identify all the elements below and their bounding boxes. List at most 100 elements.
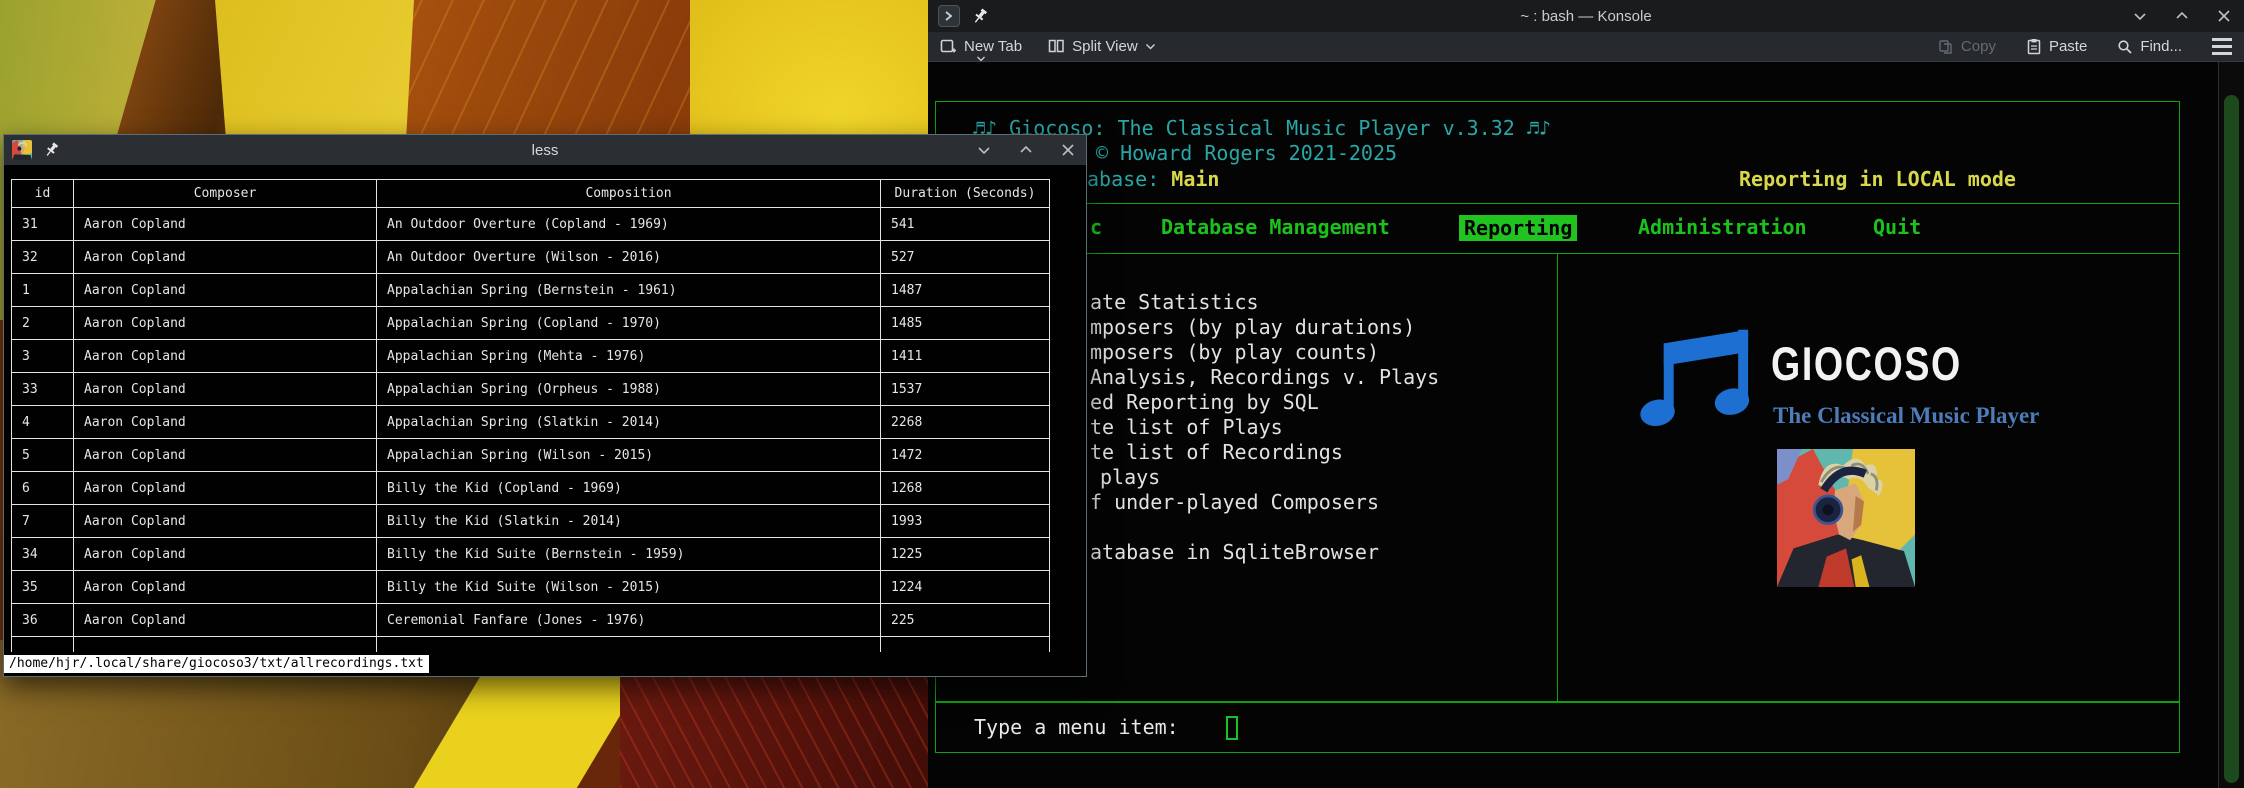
- cell-duration: 1411: [881, 340, 1050, 373]
- konsole-titlebar[interactable]: ~ : bash — Konsole: [928, 0, 2244, 32]
- cell-duration: 1993: [881, 505, 1050, 538]
- chevron-down-icon: [1145, 43, 1156, 50]
- beethoven-artwork: [1777, 449, 1915, 587]
- cell-id: 35: [12, 571, 74, 604]
- menu-quit: Quit: [1873, 215, 1921, 239]
- table-header-row: id Composer Composition Duration (Second…: [12, 180, 1050, 208]
- cell-composition: Billy the Kid (Copland - 1969): [377, 472, 881, 505]
- less-content[interactable]: id Composer Composition Duration (Second…: [4, 165, 1086, 676]
- cell-duration: 1268: [881, 472, 1050, 505]
- cell-composition: Appalachian Spring (Copland - 1970): [377, 307, 881, 340]
- cell-composer: Aaron Copland: [74, 604, 377, 637]
- table-row: 32 Aaron Copland An Outdoor Overture (Wi…: [12, 241, 1050, 274]
- cell-duration: 1485: [881, 307, 1050, 340]
- cell-composition: Appalachian Spring (Orpheus - 1988): [377, 373, 881, 406]
- copy-button: Copy: [1938, 32, 1996, 62]
- table-row: 6 Aaron Copland Billy the Kid (Copland -…: [12, 472, 1050, 505]
- menu-list-item: Analysis, Recordings v. Plays: [1090, 365, 1439, 389]
- menu-music-fragment: c: [1090, 215, 1102, 239]
- menu-list-item: te list of Plays: [1090, 415, 1283, 439]
- terminal-scrollbar-thumb[interactable]: [2224, 95, 2239, 783]
- menu-list-item: ate Statistics: [1090, 290, 1259, 314]
- find-button[interactable]: Find...: [2117, 32, 2182, 62]
- recordings-table: id Composer Composition Duration (Second…: [11, 179, 1050, 652]
- less-titlebar[interactable]: less: [4, 135, 1086, 165]
- cell-duration: 2268: [881, 406, 1050, 439]
- split-view-button[interactable]: Split View: [1048, 32, 1156, 62]
- mode-badge: Reporting in LOCAL mode: [1739, 167, 2016, 191]
- app-copyright: © Howard Rogers 2021-2025: [1096, 141, 1397, 165]
- cell-duration: 1487: [881, 274, 1050, 307]
- table-row: 2 Aaron Copland Appalachian Spring (Copl…: [12, 307, 1050, 340]
- window-title: ~ : bash — Konsole: [928, 8, 2244, 25]
- close-button[interactable]: [2214, 6, 2234, 26]
- maximize-button[interactable]: [1016, 140, 1036, 160]
- col-header-composition: Composition: [377, 180, 881, 208]
- konsole-toolbar: New Tab Split View Copy Paste: [928, 32, 2244, 62]
- cell-id: 32: [12, 241, 74, 274]
- cell-composer: Aaron Copland: [74, 538, 377, 571]
- cell-duration: 541: [881, 208, 1050, 241]
- close-button[interactable]: [1058, 140, 1078, 160]
- menu-hamburger-icon[interactable]: [2212, 38, 2232, 55]
- cell-id: 36: [12, 604, 74, 637]
- table-row: 35 Aaron Copland Billy the Kid Suite (Wi…: [12, 571, 1050, 604]
- col-header-composer: Composer: [74, 180, 377, 208]
- cell-composer: Aaron Copland: [74, 439, 377, 472]
- paste-button[interactable]: Paste: [2026, 32, 2087, 62]
- cell-composer: Aaron Copland: [74, 472, 377, 505]
- terminal[interactable]: ♬♪ Giocoso: The Classical Music Player v…: [928, 62, 2244, 788]
- cell-composer: Aaron Copland: [74, 274, 377, 307]
- cell-id: 6: [12, 472, 74, 505]
- konsole-window: ~ : bash — Konsole New Tab Split View: [928, 0, 2244, 788]
- new-tab-dropdown-icon[interactable]: [977, 56, 986, 62]
- cell-composition: Appalachian Spring (Bernstein - 1961): [377, 274, 881, 307]
- cell-composition: Billy the Kid Suite (Bernstein - 1959): [377, 538, 881, 571]
- menu-list-item: te list of Recordings: [1090, 440, 1343, 464]
- table-row: 1 Aaron Copland Appalachian Spring (Bern…: [12, 274, 1050, 307]
- paste-icon: [2026, 38, 2042, 55]
- logo-wordmark: GIOCOSO: [1771, 336, 1962, 391]
- cell-composer: Aaron Copland: [74, 505, 377, 538]
- minimize-button[interactable]: [974, 140, 994, 160]
- cell-composer: Aaron Copland: [74, 571, 377, 604]
- col-header-duration: Duration (Seconds): [881, 180, 1050, 208]
- cell-id: 33: [12, 373, 74, 406]
- table-row: 31 Aaron Copland An Outdoor Overture (Co…: [12, 208, 1050, 241]
- menu-administration: Administration: [1638, 215, 1807, 239]
- cell-composition: An Outdoor Overture (Wilson - 2016): [377, 241, 881, 274]
- minimize-button[interactable]: [2130, 6, 2150, 26]
- cell-id: 7: [12, 505, 74, 538]
- cell-id: 4: [12, 406, 74, 439]
- terminal-scrollbar-track[interactable]: [2218, 62, 2244, 788]
- cell-duration: 225: [881, 604, 1050, 637]
- cell-composition: Billy the Kid (Slatkin - 2014): [377, 505, 881, 538]
- col-header-id: id: [12, 180, 74, 208]
- window-title: less: [4, 142, 1086, 159]
- terminal-cursor[interactable]: [1226, 716, 1238, 740]
- cell-composer: Aaron Copland: [74, 340, 377, 373]
- cell-id: 2: [12, 307, 74, 340]
- cell-composer: Aaron Copland: [74, 208, 377, 241]
- menu-list-item: f under-played Composers: [1090, 490, 1379, 514]
- cell-composition: Appalachian Spring (Slatkin - 2014): [377, 406, 881, 439]
- cell-duration: 1537: [881, 373, 1050, 406]
- cell-composer: Aaron Copland: [74, 406, 377, 439]
- copy-icon: [1938, 39, 1954, 55]
- less-window: less id Composer Composition Du: [3, 134, 1087, 677]
- cell-duration: 1472: [881, 439, 1050, 472]
- new-tab-icon: [940, 38, 957, 55]
- cell-composer: Aaron Copland: [74, 241, 377, 274]
- cell-composition: Appalachian Spring (Mehta - 1976): [377, 340, 881, 373]
- cell-composition: An Outdoor Overture (Copland - 1969): [377, 208, 881, 241]
- database-name: Main: [1171, 167, 1219, 191]
- table-row-partial: [12, 637, 1050, 652]
- menu-list-item: plays: [1100, 465, 1160, 489]
- logo-subtitle: The Classical Music Player: [1773, 403, 2039, 429]
- table-row: 36 Aaron Copland Ceremonial Fanfare (Jon…: [12, 604, 1050, 637]
- cell-composer: Aaron Copland: [74, 307, 377, 340]
- new-tab-button[interactable]: New Tab: [940, 32, 1022, 62]
- cell-composition: Ceremonial Fanfare (Jones - 1976): [377, 604, 881, 637]
- menu-reporting-selected: Reporting: [1459, 215, 1577, 241]
- maximize-button[interactable]: [2172, 6, 2192, 26]
